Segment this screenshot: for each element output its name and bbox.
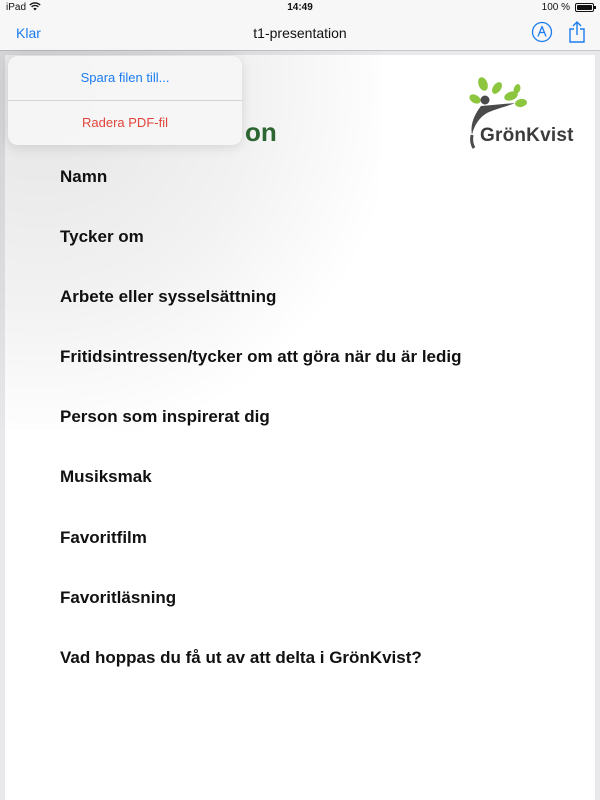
question-inspiration: Person som inspirerat dig — [60, 407, 270, 426]
battery-icon — [575, 3, 596, 12]
question-film: Favoritfilm — [60, 528, 147, 547]
navigation-bar: Klar t1-presentation — [0, 16, 600, 51]
question-name: Namn — [60, 167, 108, 186]
save-file-to-menu-item[interactable]: Spara filen till... — [8, 56, 242, 100]
question-music: Musiksmak — [60, 467, 152, 486]
question-likes: Tycker om — [60, 227, 144, 246]
logo-text: GrönKvist — [480, 125, 574, 146]
question-reading: Favoritläsning — [60, 588, 177, 607]
markup-pen-icon[interactable] — [531, 21, 553, 43]
delete-pdf-menu-item[interactable]: Radera PDF-fil — [8, 101, 242, 145]
battery-level — [577, 5, 592, 10]
question-expectations: Vad hoppas du få ut av att delta i GrönK… — [60, 648, 422, 667]
status-bar: iPad 14:49 100 % — [0, 0, 600, 16]
question-work: Arbete eller sysselsättning — [60, 287, 277, 306]
page-heading: on — [245, 117, 277, 147]
clock: 14:49 — [287, 2, 313, 13]
popup-menu: Spara filen till... Radera PDF-fil — [8, 56, 242, 145]
document-title: t1-presentation — [253, 25, 347, 41]
share-icon[interactable] — [567, 20, 587, 44]
question-hobbies: Fritidsintressen/tycker om att göra när … — [60, 347, 462, 366]
pdf-page[interactable]: on GrönKvist Namn Tycker om Arbete eller… — [5, 55, 595, 800]
battery-percent: 100 % — [541, 2, 570, 13]
